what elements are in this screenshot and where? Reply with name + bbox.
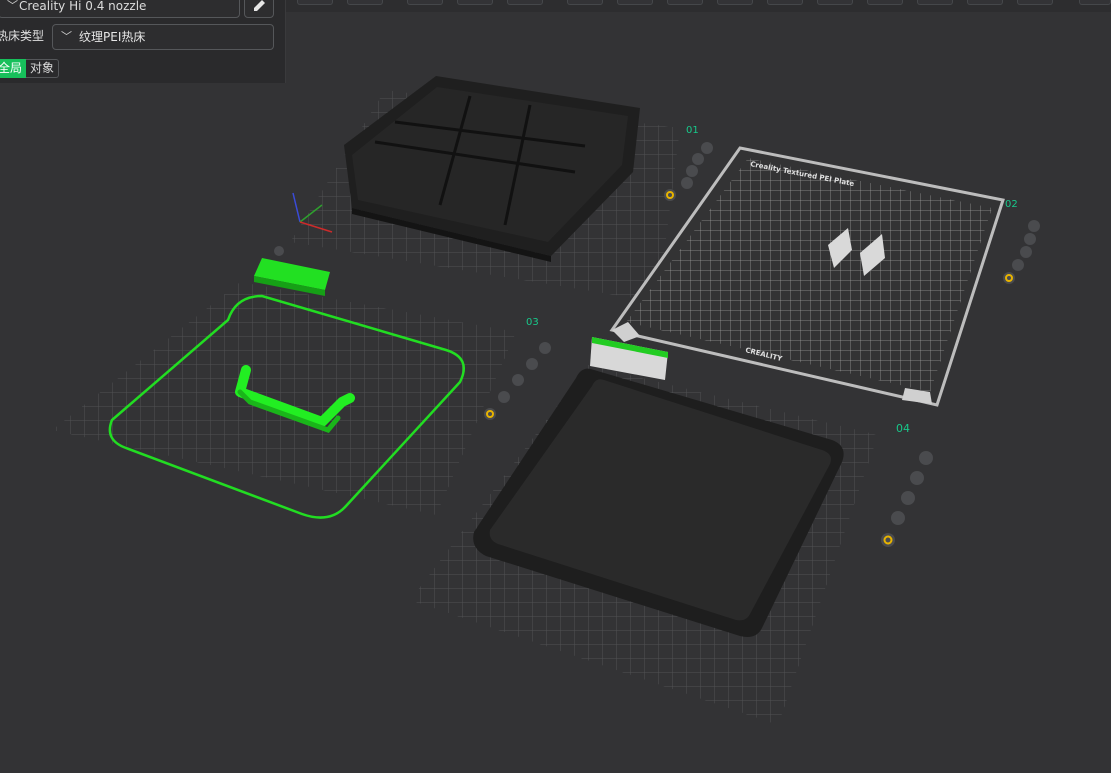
printer-name: Creality Hi 0.4 nozzle — [19, 0, 147, 13]
toolbar-button[interactable] — [867, 0, 903, 5]
lock-icon[interactable] — [498, 391, 510, 403]
scope-object-button[interactable]: 对象 — [26, 59, 60, 78]
arrange-icon[interactable] — [1024, 233, 1036, 245]
orient-icon[interactable] — [686, 165, 698, 177]
toolbar-button[interactable] — [407, 0, 443, 5]
lock-icon[interactable] — [681, 177, 693, 189]
arrange-icon[interactable] — [526, 358, 538, 370]
toolbar-button[interactable] — [1017, 0, 1053, 5]
bed-type-select[interactable]: ﹀ 纹理PEI热床 — [52, 24, 274, 50]
orient-icon[interactable] — [901, 491, 915, 505]
toolbar-button[interactable] — [617, 0, 653, 5]
plate-2[interactable]: Creality Textured PEI Plate CREALITY 02 — [609, 146, 1040, 407]
printer-select[interactable]: ﹀ Creality Hi 0.4 nozzle — [0, 0, 240, 18]
plate-4[interactable]: 04 — [410, 337, 933, 725]
toolbar-button[interactable] — [717, 0, 753, 5]
arrange-icon[interactable] — [910, 471, 924, 485]
edit-printer-button[interactable] — [244, 0, 274, 18]
plate-label-2: 02 — [1005, 199, 1018, 210]
scope-toggle[interactable]: 全局 对象 — [0, 59, 60, 78]
settings-icon[interactable] — [881, 533, 895, 547]
plate-3[interactable]: 03 — [52, 246, 551, 519]
chevron-down-icon: ﹀ — [61, 30, 72, 43]
settings-icon[interactable] — [484, 408, 496, 420]
plate-label-3: 03 — [526, 317, 539, 328]
toolbar-button[interactable] — [817, 0, 853, 5]
3d-viewport[interactable]: 01 Creality Textured PEI Plate CREALITY — [0, 0, 1111, 773]
toolbar-button[interactable] — [967, 0, 1003, 5]
object-remove-icon[interactable] — [274, 246, 284, 256]
settings-icon[interactable] — [1003, 272, 1015, 284]
toolbar-button[interactable] — [667, 0, 703, 5]
toolbar-button[interactable] — [567, 0, 603, 5]
top-toolbar — [285, 0, 1111, 12]
plate-label-1: 01 — [686, 125, 699, 136]
settings-icon[interactable] — [664, 189, 676, 201]
orient-icon[interactable] — [512, 374, 524, 386]
chevron-down-icon: ﹀ — [7, 0, 18, 12]
toolbar-button[interactable] — [297, 0, 333, 5]
toolbar-button[interactable] — [457, 0, 493, 5]
bed-type-value: 纹理PEI热床 — [79, 30, 146, 44]
close-icon[interactable] — [701, 142, 713, 154]
lock-icon[interactable] — [1012, 259, 1024, 271]
plate-4-tools[interactable] — [881, 451, 933, 547]
close-icon[interactable] — [539, 342, 551, 354]
scope-global-button[interactable]: 全局 — [0, 59, 27, 78]
bed-type-label: 热床类型 — [0, 29, 45, 43]
pencil-icon — [254, 0, 265, 11]
close-icon[interactable] — [1028, 220, 1040, 232]
orient-icon[interactable] — [1020, 246, 1032, 258]
lock-icon[interactable] — [891, 511, 905, 525]
arrange-icon[interactable] — [692, 153, 704, 165]
toolbar-button[interactable] — [917, 0, 953, 5]
toolbar-button[interactable] — [767, 0, 803, 5]
close-icon[interactable] — [919, 451, 933, 465]
toolbar-button[interactable] — [1079, 0, 1111, 5]
toolbar-button[interactable] — [347, 0, 383, 5]
toolbar-button[interactable] — [507, 0, 543, 5]
plate-1[interactable]: 01 — [290, 76, 713, 302]
plate-2-tools[interactable] — [1003, 220, 1040, 284]
print-settings-panel: ﹀ Creality Hi 0.4 nozzle 热床类型 ﹀ 纹理PEI热床 … — [0, 0, 286, 83]
plate-label-4: 04 — [896, 422, 910, 435]
